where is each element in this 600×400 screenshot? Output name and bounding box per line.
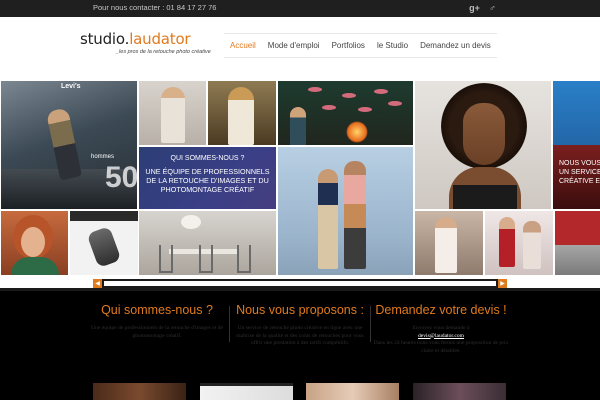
photo-figure xyxy=(228,87,254,145)
photo-figure xyxy=(523,221,541,269)
services-column: Nous vous proposons : Un service de reto… xyxy=(230,303,370,348)
mosaic-photo-services[interactable]: NOUS VOUS UN SERVICE CRÉATIVE ET xyxy=(553,81,600,209)
photo-brand-label: Levi's xyxy=(61,83,81,90)
fire-shape xyxy=(346,121,368,143)
photo-lamp xyxy=(181,215,201,229)
portfolio-thumbnail[interactable] xyxy=(306,383,399,400)
mosaic-photo-dancer[interactable] xyxy=(70,211,138,275)
photo-figure xyxy=(161,87,185,143)
photo-storefront xyxy=(555,211,600,245)
scroll-thumb[interactable] xyxy=(104,281,496,286)
contact-phone: Pour nous contacter : 01 84 17 27 76 xyxy=(93,3,217,12)
scroll-right-arrow-icon[interactable]: ▶ xyxy=(498,279,507,288)
nav-devis[interactable]: Demandez un devis xyxy=(414,34,497,57)
quote-email-link[interactable]: devis@laudator.com xyxy=(371,333,511,341)
about-panel[interactable]: QUI SOMMES-NOUS ? UNE ÉQUIPE DE PROFESSI… xyxy=(139,147,276,209)
services-line: UN SERVICE xyxy=(559,169,600,176)
google-plus-icon[interactable] xyxy=(468,2,481,15)
about-text: Une équipe de professionnels de la retou… xyxy=(91,325,223,339)
mosaic-photo-interior[interactable] xyxy=(139,211,276,275)
fish-shape xyxy=(358,107,372,112)
photo-mosaic: Levi's hommes 50 QUI SOMMES-NOUS ? UNE É… xyxy=(0,80,600,279)
site-logo[interactable]: studio.laudator xyxy=(80,30,191,48)
mosaic-photo-fish-fire[interactable] xyxy=(278,81,413,145)
portfolio-thumbnail[interactable] xyxy=(413,383,506,400)
quote-title: Demandez votre devis ! xyxy=(375,303,507,317)
mosaic-photo-redhead-girl[interactable] xyxy=(1,211,68,275)
services-text: Un service de retouche photo créative en… xyxy=(236,325,364,346)
photo-stripe xyxy=(70,211,138,221)
logo-laudator: laudator xyxy=(129,30,191,48)
nav-studio[interactable]: le Studio xyxy=(371,34,414,57)
nav-mode-emploi[interactable]: Mode d'emploi xyxy=(262,34,326,57)
about-panel-heading: QUI SOMMES-NOUS ? xyxy=(170,155,245,162)
quote-text-before: Envoyez vous demande à xyxy=(412,325,470,331)
photo-figure xyxy=(318,169,338,269)
mosaic-photo-man-jumping[interactable]: Levi's hommes 50 xyxy=(1,81,137,209)
main-nav: Accueil Mode d'emploi Portfolios le Stud… xyxy=(224,33,497,58)
mosaic-photo-woman-hat[interactable] xyxy=(208,81,276,145)
quote-column: Demandez votre devis ! Envoyez vous dema… xyxy=(371,303,511,355)
nav-accueil[interactable]: Accueil xyxy=(224,34,262,57)
info-top-strip xyxy=(0,288,600,291)
photo-figure xyxy=(344,161,366,269)
about-panel-text: UNE ÉQUIPE DE PROFESSIONNELS DE LA RETOU… xyxy=(145,167,270,194)
photo-chair xyxy=(159,245,173,273)
mosaic-photo-street[interactable] xyxy=(555,211,600,275)
fish-shape xyxy=(342,93,356,98)
fish-shape xyxy=(388,101,402,106)
fish-shape xyxy=(308,87,322,92)
fish-shape xyxy=(374,89,388,94)
mosaic-photo-couple[interactable] xyxy=(278,147,413,275)
mosaic-photo-woman-portrait[interactable] xyxy=(415,81,551,209)
services-panel-text: NOUS VOUS UN SERVICE CRÉATIVE ET xyxy=(559,159,600,186)
services-title: Nous vous proposons : xyxy=(236,303,364,317)
site-tagline: _les pros de la retouche photo créative xyxy=(116,49,211,55)
mosaic-photo-woman-dress[interactable] xyxy=(415,211,483,275)
mosaic-scrollbar[interactable]: ◀ ▶ xyxy=(93,279,507,288)
photo-chair xyxy=(199,245,213,273)
photo-face xyxy=(463,103,505,165)
male-symbol-icon[interactable]: ♂ xyxy=(486,2,499,15)
mosaic-photo-bride[interactable] xyxy=(139,81,206,145)
site-header: studio.laudator _les pros de la retouche… xyxy=(0,17,600,80)
services-line: NOUS VOUS xyxy=(559,160,600,167)
top-bar: Pour nous contacter : 01 84 17 27 76 ♂ xyxy=(0,0,600,17)
photo-figure xyxy=(435,217,457,273)
photo-number: 50 xyxy=(105,161,137,194)
portfolio-thumbnail[interactable] xyxy=(200,383,293,400)
photo-chair xyxy=(237,245,251,273)
photo-figure xyxy=(499,217,515,267)
photo-figure xyxy=(290,107,306,145)
quote-text-after: Dans les 24 heures nous vous ferons une … xyxy=(373,340,509,354)
fish-shape xyxy=(322,105,336,110)
services-line: CRÉATIVE ET xyxy=(559,178,600,185)
about-column: Qui sommes-nous ? Une équipe de professi… xyxy=(87,303,227,340)
photo-caption: hommes xyxy=(91,154,115,160)
photo-top xyxy=(453,185,517,209)
mosaic-photo-girls[interactable] xyxy=(485,211,553,275)
nav-portfolios[interactable]: Portfolios xyxy=(326,34,371,57)
photo-body xyxy=(11,257,59,275)
scroll-left-arrow-icon[interactable]: ◀ xyxy=(93,279,102,288)
photo-face xyxy=(21,227,45,257)
photo-figure xyxy=(86,225,122,269)
logo-studio: studio xyxy=(80,30,125,48)
about-title: Qui sommes-nous ? xyxy=(101,303,213,317)
portfolio-thumbnail[interactable] xyxy=(93,383,186,400)
